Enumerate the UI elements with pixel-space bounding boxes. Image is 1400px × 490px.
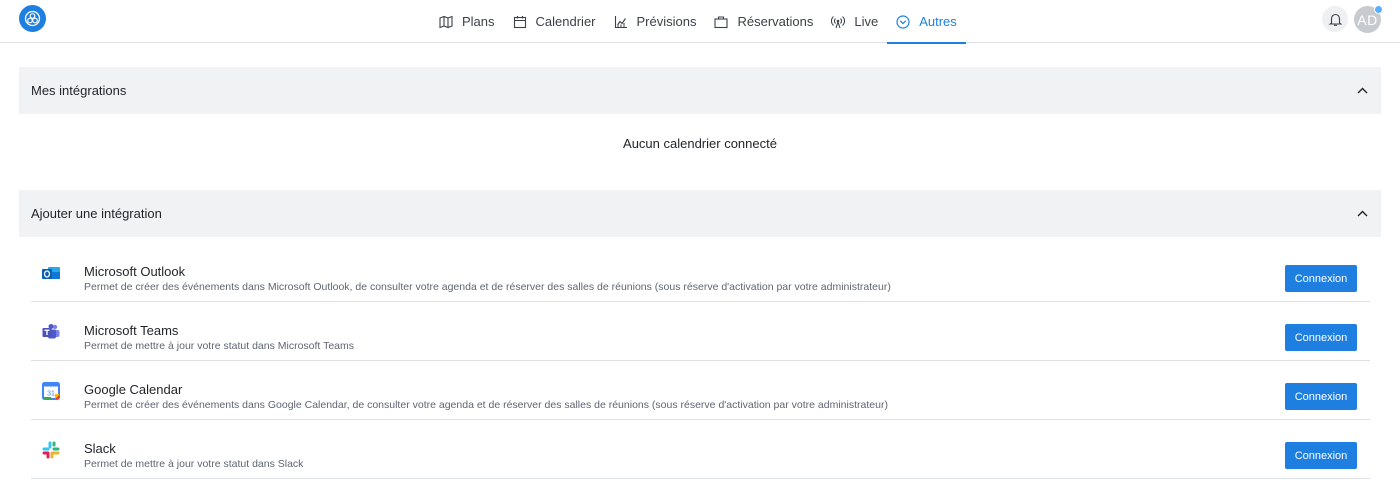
google-calendar-icon: 31	[42, 382, 60, 400]
nav-item-label: Calendrier	[535, 14, 596, 29]
chevron-up-icon[interactable]	[1355, 84, 1369, 98]
outlook-icon	[42, 267, 60, 279]
integration-name: Microsoft Teams	[84, 323, 179, 338]
broadcast-icon	[831, 15, 846, 28]
main-nav: Plans Calendrier Prévisions Réservations…	[430, 0, 966, 44]
nav-item-forecasts[interactable]: Prévisions	[605, 0, 706, 43]
connect-outlook-button[interactable]: Connexion	[1285, 265, 1357, 292]
connect-google-calendar-button[interactable]: Connexion	[1285, 383, 1357, 410]
integration-row-slack: Slack Permet de mettre à jour votre stat…	[31, 420, 1370, 479]
connect-teams-button[interactable]: Connexion	[1285, 324, 1357, 351]
chart-icon	[614, 15, 627, 28]
nav-item-label: Live	[854, 14, 879, 29]
my-integrations-header[interactable]: Mes intégrations	[19, 67, 1381, 114]
calendar-icon	[513, 15, 526, 28]
integration-name: Slack	[84, 441, 116, 456]
map-icon	[439, 15, 453, 28]
nav-item-calendar[interactable]: Calendrier	[504, 0, 605, 43]
integration-name: Microsoft Outlook	[84, 264, 186, 279]
panel-title: Mes intégrations	[31, 83, 127, 98]
svg-text:31: 31	[47, 391, 55, 398]
notification-dot	[1374, 5, 1383, 14]
briefcase-icon	[714, 15, 729, 28]
integration-name: Google Calendar	[84, 382, 183, 397]
chevron-circle-icon	[896, 14, 910, 29]
nav-item-live[interactable]: Live	[822, 0, 887, 43]
slack-icon	[42, 441, 60, 459]
nav-item-label: Réservations	[737, 14, 814, 29]
nav-item-label: Plans	[462, 14, 495, 29]
panel-title: Ajouter une intégration	[31, 206, 162, 221]
nav-item-others[interactable]: Autres	[887, 0, 966, 44]
nav-item-plans[interactable]: Plans	[430, 0, 504, 43]
chevron-up-icon[interactable]	[1355, 207, 1369, 221]
integration-description: Permet de mettre à jour votre statut dan…	[84, 340, 355, 352]
nav-item-label: Prévisions	[636, 14, 697, 29]
app-logo-icon[interactable]	[19, 5, 46, 32]
integration-row-google-calendar: 31 Google Calendar Permet de créer des é…	[31, 361, 1370, 420]
top-bar: Plans Calendrier Prévisions Réservations…	[0, 0, 1400, 44]
notifications-button[interactable]	[1322, 6, 1348, 32]
integration-description: Permet de créer des événements dans Goog…	[84, 399, 888, 411]
bell-icon	[1328, 13, 1342, 26]
integration-description: Permet de créer des événements dans Micr…	[84, 281, 891, 293]
integration-description: Permet de mettre à jour votre statut dan…	[84, 458, 304, 470]
nav-item-label: Autres	[919, 14, 957, 29]
nav-item-reservations[interactable]: Réservations	[705, 0, 822, 43]
connect-slack-button[interactable]: Connexion	[1285, 442, 1357, 469]
integration-row-teams: Microsoft Teams Permet de mettre à jour …	[31, 302, 1370, 361]
add-integration-header[interactable]: Ajouter une intégration	[19, 190, 1381, 237]
teams-icon	[42, 324, 60, 339]
empty-calendar-message: Aucun calendrier connecté	[623, 136, 777, 151]
avatar-initials: AD	[1357, 11, 1378, 28]
integration-row-outlook: Microsoft Outlook Permet de créer des év…	[31, 243, 1370, 302]
